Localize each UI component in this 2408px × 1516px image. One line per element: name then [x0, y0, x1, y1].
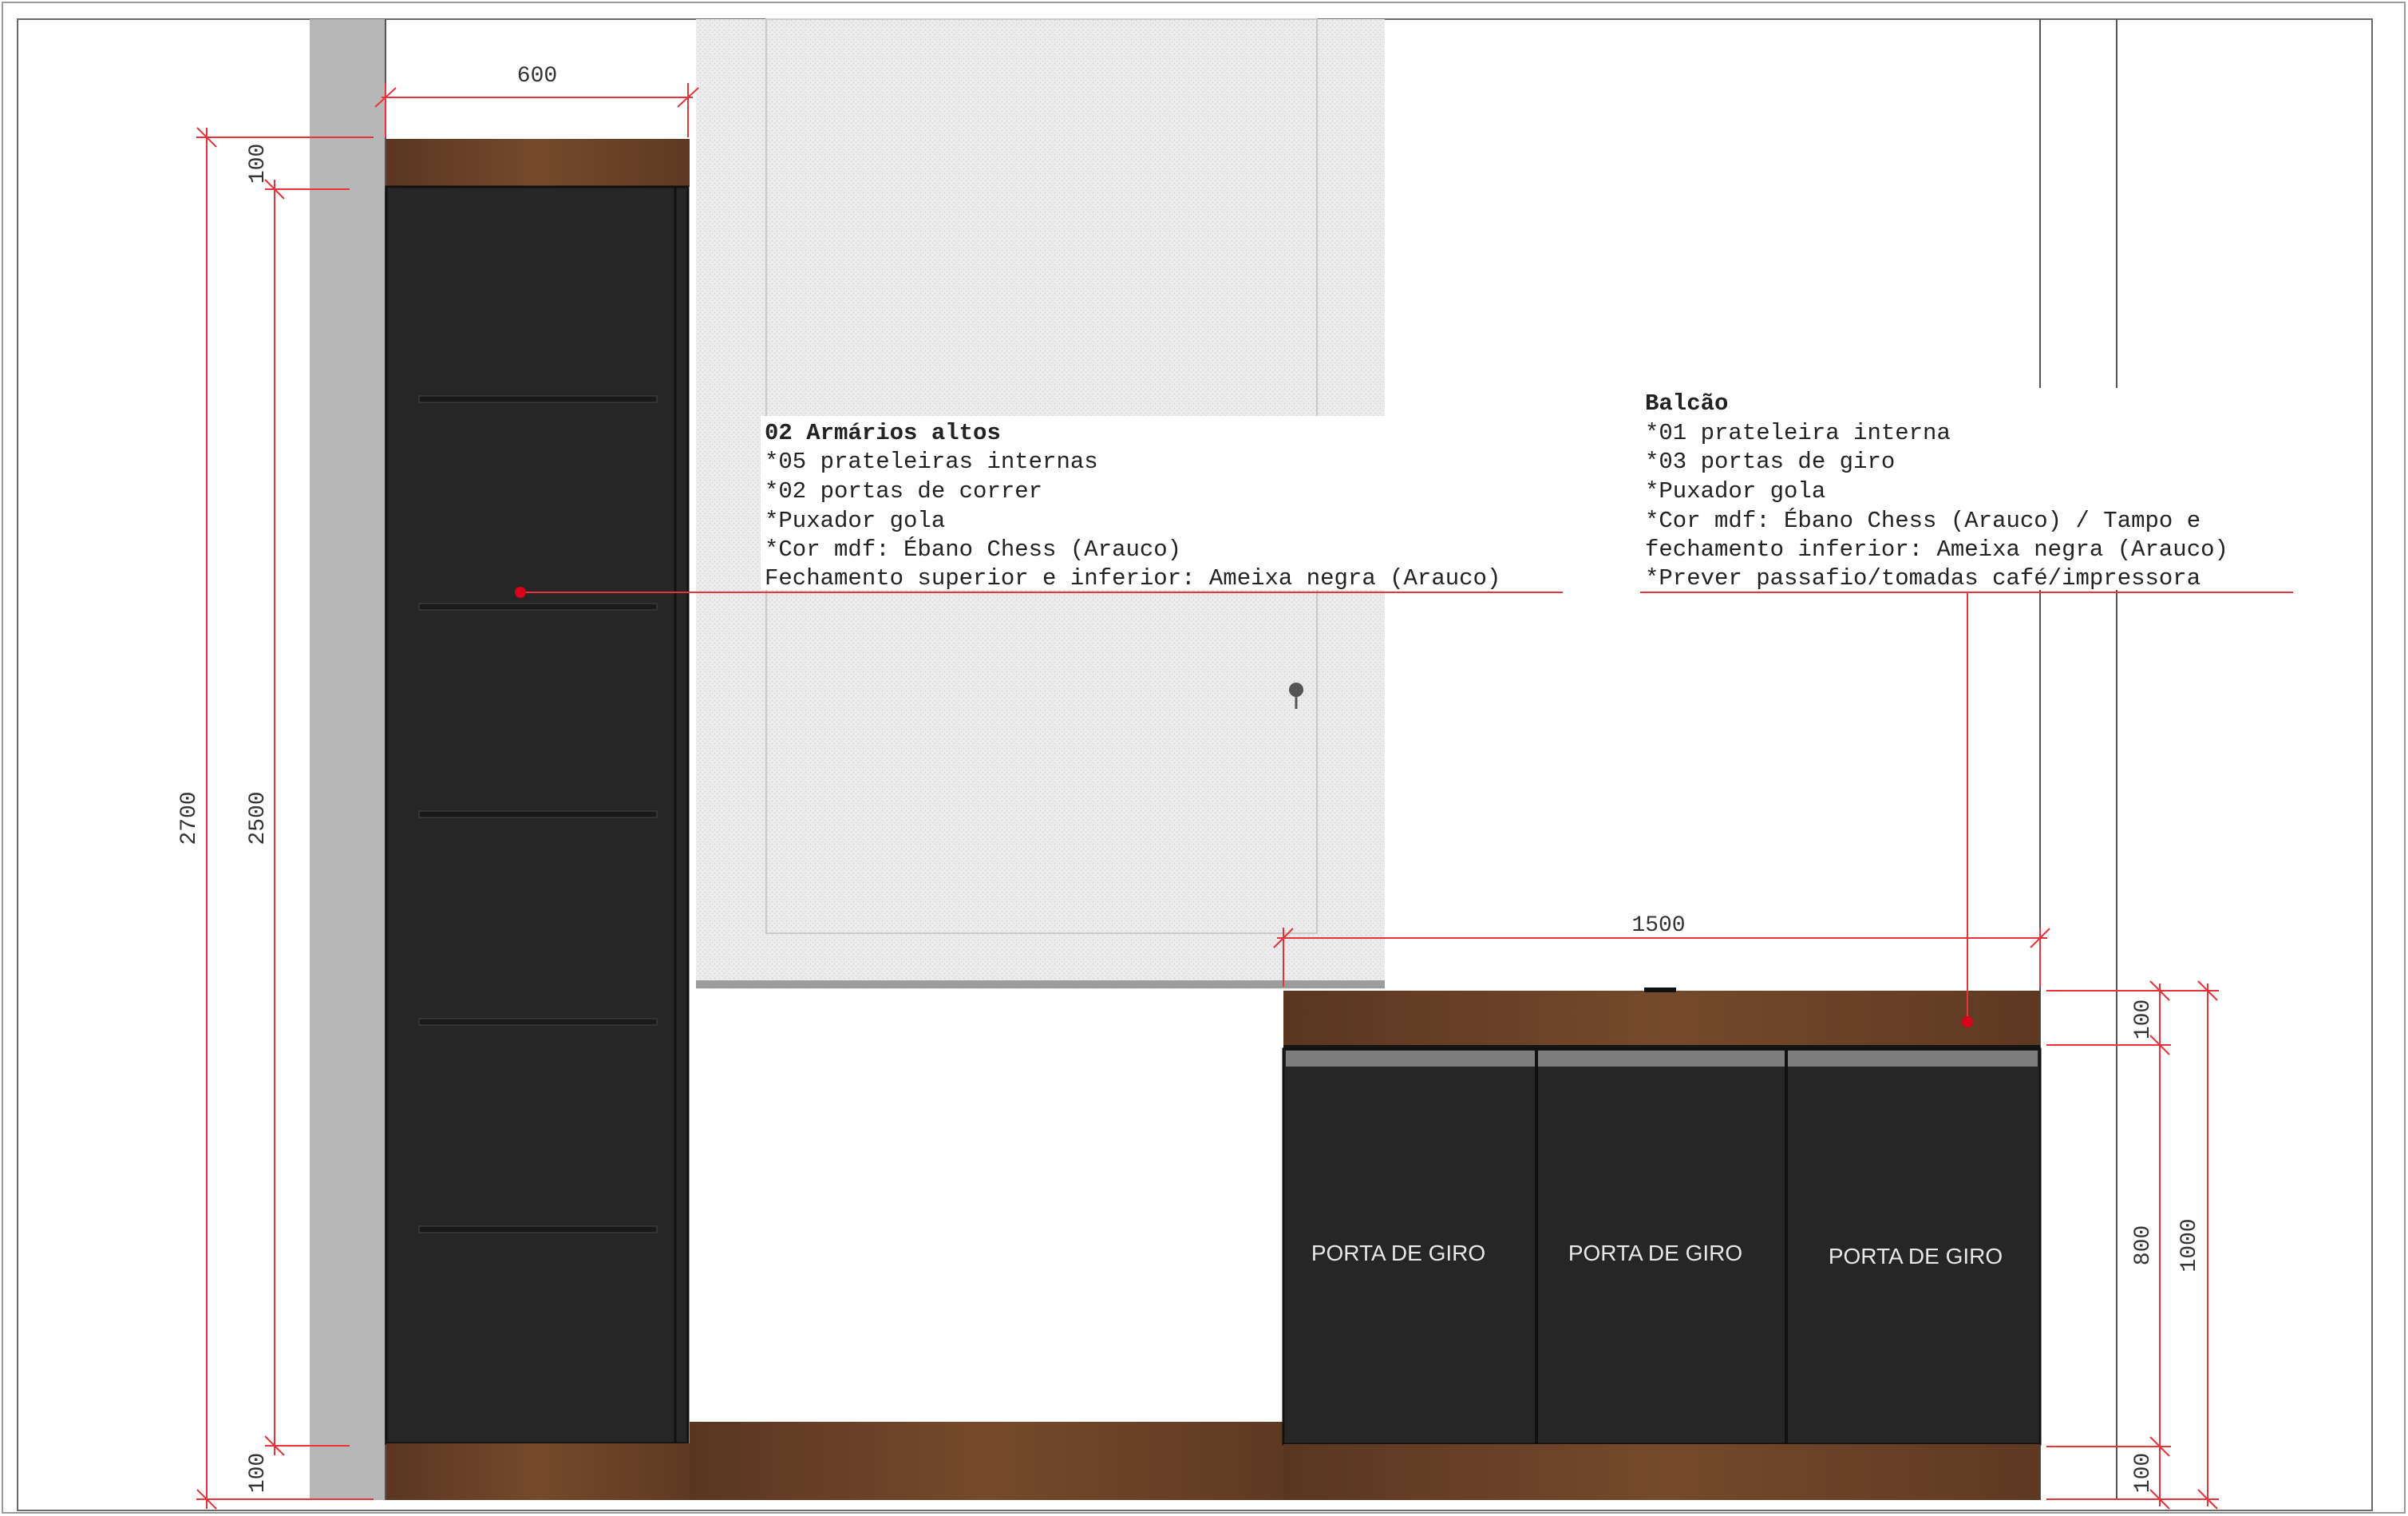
note-title: 02 Armários altos — [765, 420, 1001, 446]
dim-600: 600 — [517, 64, 557, 89]
dim-100-top: 100 — [246, 144, 271, 184]
elevation-drawing: PORTA DE GIRO PORTA DE GIRO PORTA DE GIR… — [2, 2, 2406, 1514]
counter-base-closure — [1283, 1444, 2040, 1500]
door-label: PORTA DE GIRO — [1311, 1241, 1485, 1265]
door-label: PORTA DE GIRO — [1568, 1241, 1742, 1265]
floor-plinth — [690, 1422, 1283, 1500]
dim-2500: 2500 — [246, 791, 271, 845]
note-title: Balcão — [1645, 390, 1728, 417]
dim-800: 800 — [2131, 1225, 2156, 1265]
note-line: *Puxador gola — [765, 508, 945, 534]
dim-100-counter-top: 100 — [2131, 999, 2156, 1039]
note-line: Fechamento superior e inferior: Ameixa n… — [765, 565, 1501, 592]
tall-cabinet-bottom-closure — [386, 1443, 690, 1500]
shelf — [418, 1225, 658, 1233]
handle-strip — [1538, 1051, 1785, 1067]
dim-100-bottom: 100 — [246, 1453, 271, 1493]
note-line: *Puxador gola — [1645, 478, 1825, 505]
knob-icon — [1289, 683, 1303, 697]
dim-1500: 1500 — [1631, 913, 1685, 938]
note-line: *03 portas de giro — [1645, 449, 1895, 475]
shelf — [418, 603, 658, 611]
shelf — [418, 395, 658, 403]
dim-1000: 1000 — [2177, 1218, 2202, 1272]
leader-marker — [515, 587, 526, 598]
leader-marker — [1962, 1016, 1973, 1027]
handle-strip — [1286, 1051, 1536, 1067]
shelf — [418, 810, 658, 818]
counter-top — [1283, 991, 2040, 1045]
note-line: *01 prateleira interna — [1645, 420, 1951, 446]
note-line: *Cor mdf: Ébano Chess (Arauco) — [765, 536, 1181, 563]
note-line: *Prever passafio/tomadas café/impressora — [1645, 565, 2200, 592]
handle-strip — [1788, 1051, 2038, 1067]
dim-100-counter-base: 100 — [2131, 1453, 2156, 1493]
note-line: fechamento inferior: Ameixa negra (Arauc… — [1645, 536, 2228, 563]
note-line: *Cor mdf: Ébano Chess (Arauco) / Tampo e — [1645, 507, 2200, 534]
note-line: *05 prateleiras internas — [765, 449, 1098, 475]
door-label: PORTA DE GIRO — [1829, 1244, 2003, 1269]
tall-cabinet-top-closure — [386, 139, 690, 187]
panel-base-strip — [696, 980, 1385, 988]
dim-2700: 2700 — [177, 791, 202, 845]
shelf — [418, 1018, 658, 1026]
passafio-outlet-icon — [1644, 988, 1676, 992]
wall-column — [310, 19, 386, 1500]
note-line: *02 portas de correr — [765, 478, 1042, 505]
